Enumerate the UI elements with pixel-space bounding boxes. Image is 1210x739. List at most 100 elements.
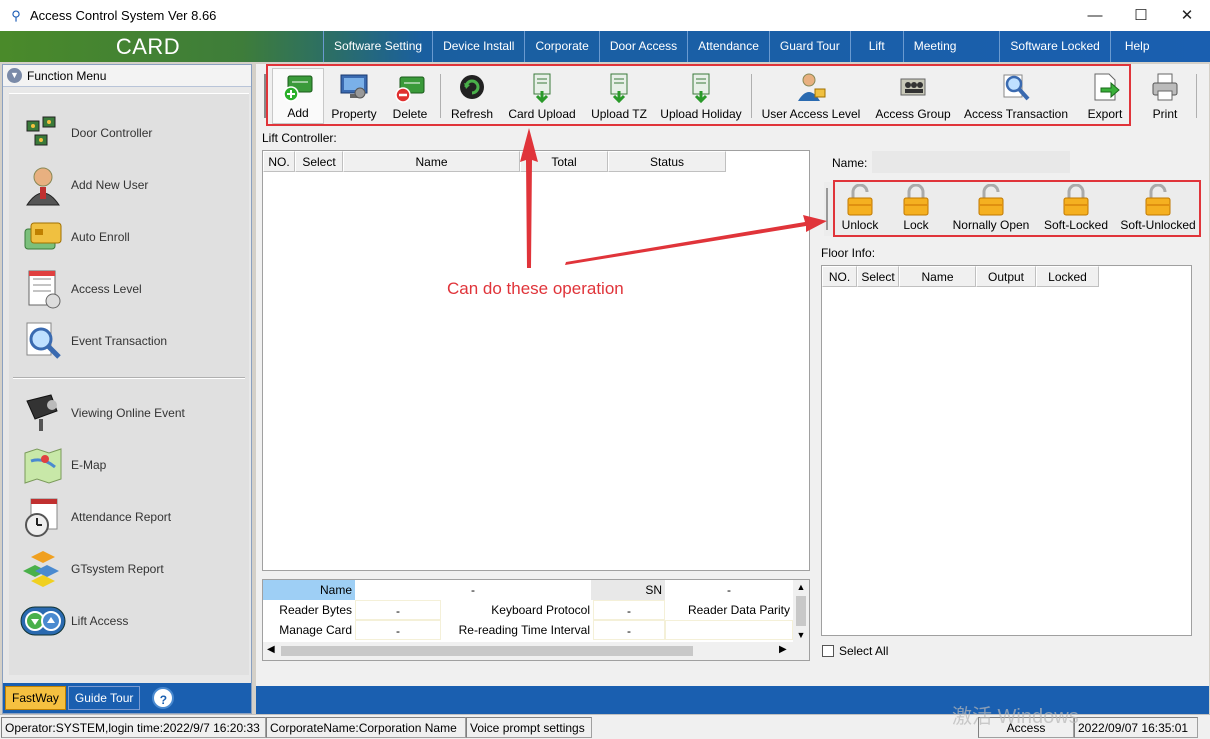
upload-holiday-button[interactable]: Upload Holiday	[656, 68, 746, 124]
sidebar-item-auto-enroll[interactable]: Auto Enroll	[19, 213, 130, 261]
magnifier-icon	[1003, 74, 1030, 101]
access-transaction-label: Access Transaction	[963, 107, 1069, 121]
lift-controller-grid[interactable]: NO. Select Name Total Status	[262, 150, 810, 571]
menu-lift[interactable]: Lift	[849, 31, 903, 62]
menu-guard-tour[interactable]: Guard Tour	[768, 31, 850, 62]
sidebar-label: Access Level	[71, 282, 142, 296]
sidebar-item-attendance-report[interactable]: Attendance Report	[19, 493, 171, 541]
tab-guide-tour[interactable]: Guide Tour	[67, 686, 141, 710]
scroll-right-icon[interactable]: ▶	[779, 644, 787, 655]
menu-door-access[interactable]: Door Access	[598, 31, 687, 62]
column-header[interactable]: Total	[520, 151, 608, 172]
menu-software-setting[interactable]: Software Setting	[323, 31, 432, 62]
help-icon[interactable]: ?	[152, 687, 175, 709]
lock-icon	[903, 184, 929, 216]
select-all-label: Select All	[839, 644, 889, 658]
card-upload-button[interactable]: Card Upload	[504, 68, 580, 124]
menu-attendance[interactable]: Attendance	[687, 31, 769, 62]
window-title: Access Control System Ver 8.66	[30, 8, 217, 23]
app-icon: ⚲	[11, 7, 21, 23]
soft-locked-label: Soft-Locked	[1043, 218, 1109, 232]
lock-button[interactable]: Lock	[896, 184, 936, 232]
menu-device-install[interactable]: Device Install	[432, 31, 524, 62]
sidebar-item-lift-access[interactable]: Lift Access	[19, 597, 128, 645]
soft-unlocked-label: Soft-Unlocked	[1120, 218, 1196, 232]
lift-controller-label: Lift Controller:	[262, 131, 337, 145]
elevator-icon	[19, 597, 67, 645]
close-button[interactable]: ✕	[1164, 0, 1210, 31]
detail-horizontal-scrollbar[interactable]: ◀ ▶	[263, 642, 809, 660]
card-icon	[19, 213, 67, 261]
column-header[interactable]: Locked	[1036, 266, 1099, 287]
soft-unlocked-button[interactable]: Soft-Unlocked	[1116, 184, 1200, 232]
export-button[interactable]: Export	[1080, 68, 1130, 124]
upload-icon	[533, 73, 551, 103]
column-header[interactable]: Select	[295, 151, 343, 172]
function-menu-header[interactable]: ▼ Function Menu	[3, 65, 251, 87]
menu-spacer	[966, 31, 999, 62]
sidebar-item-viewing-online-event[interactable]: Viewing Online Event	[19, 389, 185, 437]
sidebar-item-access-level[interactable]: Access Level	[19, 265, 142, 313]
toolbar-separator	[751, 74, 752, 118]
column-header[interactable]: NO.	[263, 151, 295, 172]
access-group-button[interactable]: Access Group	[871, 68, 955, 124]
add-button[interactable]: Add	[272, 68, 324, 124]
sidebar-item-gtsystem-report[interactable]: GTsystem Report	[19, 545, 164, 593]
menu-help[interactable]: Help	[1109, 31, 1164, 62]
controller-detail-panel: Name - SN - Reader Bytes - Keyboard Prot…	[262, 579, 810, 661]
scroll-thumb[interactable]	[281, 646, 693, 656]
scroll-thumb[interactable]	[796, 596, 806, 626]
title-bar: ⚲ Access Control System Ver 8.66 — ☐ ✕	[0, 0, 1210, 31]
sidebar-item-add-new-user[interactable]: Add New User	[19, 161, 148, 209]
add-icon	[283, 75, 313, 102]
sidebar-item-e-map[interactable]: E-Map	[19, 441, 106, 489]
column-header[interactable]: Name	[343, 151, 520, 172]
maximize-button[interactable]: ☐	[1118, 0, 1164, 31]
reader-bytes-label: Reader Bytes	[279, 603, 352, 617]
detail-vertical-scrollbar[interactable]: ▲ ▼	[793, 580, 809, 642]
sidebar-label: Event Transaction	[71, 334, 168, 348]
soft-locked-button[interactable]: Soft-Locked	[1040, 184, 1112, 232]
refresh-button[interactable]: Refresh	[446, 68, 498, 124]
upload-icon	[692, 73, 710, 103]
unlock-button[interactable]: Unlock	[838, 184, 882, 232]
column-header[interactable]: Name	[899, 266, 976, 287]
detail-name-label: Name	[263, 580, 355, 600]
annotation-text: Can do these operation	[447, 279, 624, 298]
column-header[interactable]: NO.	[822, 266, 857, 287]
status-voice-prompt[interactable]: Voice prompt settings	[466, 717, 592, 738]
access-transaction-button[interactable]: Access Transaction	[960, 68, 1072, 124]
status-datetime: 2022/09/07 16:35:01	[1074, 717, 1198, 738]
print-button[interactable]: Print	[1140, 68, 1190, 124]
status-operator: Operator:SYSTEM,login time:2022/9/7 16:2…	[1, 717, 266, 738]
menu-software-locked[interactable]: Software Locked	[999, 31, 1109, 62]
checkbox-box[interactable]	[822, 645, 834, 657]
minimize-button[interactable]: —	[1072, 0, 1118, 31]
sidebar-item-door-controller[interactable]: Door Controller	[19, 109, 152, 157]
sidebar-label: Add New User	[71, 178, 149, 192]
scroll-down-icon[interactable]: ▼	[793, 628, 809, 642]
column-header[interactable]: Select	[857, 266, 899, 287]
user-access-level-button[interactable]: User Access Level	[757, 68, 865, 124]
sidebar-label: Viewing Online Event	[71, 406, 185, 420]
column-header[interactable]: Status	[608, 151, 726, 172]
tab-fastway[interactable]: FastWay	[5, 686, 66, 710]
menu-corporate[interactable]: Corporate	[524, 31, 598, 62]
name-field[interactable]	[871, 150, 1071, 174]
select-all-checkbox[interactable]: Select All	[822, 644, 888, 658]
door-controller-icon	[19, 109, 67, 157]
sidebar-label: Auto Enroll	[71, 230, 130, 244]
detail-sn-value: -	[727, 583, 731, 597]
delete-button[interactable]: Delete	[386, 68, 434, 124]
column-header[interactable]: Output	[976, 266, 1036, 287]
sidebar-item-event-transaction[interactable]: Event Transaction	[19, 317, 167, 365]
menu-meeting[interactable]: Meeting	[902, 31, 967, 62]
normally-open-button[interactable]: Nornally Open	[950, 184, 1032, 232]
scroll-up-icon[interactable]: ▲	[793, 580, 809, 594]
upload-tz-button[interactable]: Upload TZ	[586, 68, 652, 124]
floor-info-grid[interactable]: NO. Select Name Output Locked	[821, 265, 1192, 636]
scroll-left-icon[interactable]: ◀	[267, 644, 275, 655]
chevron-down-icon: ▼	[7, 68, 22, 83]
property-button[interactable]: Property	[328, 68, 380, 124]
map-icon	[19, 441, 67, 489]
